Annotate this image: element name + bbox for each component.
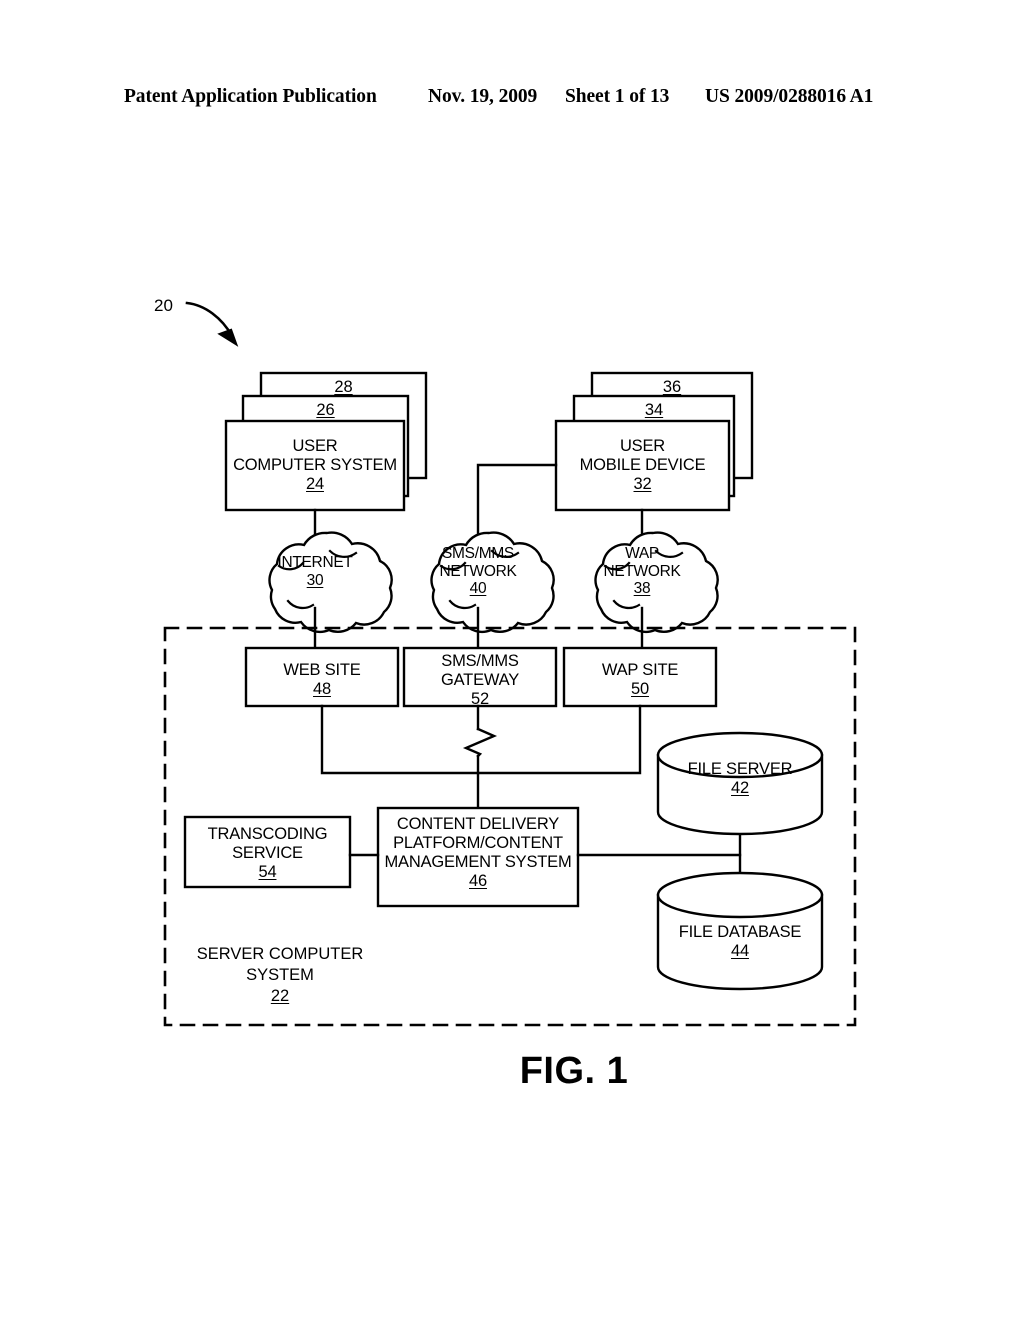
user-computer-stack-back-ref: 28	[334, 378, 353, 396]
cloud-internet-line1: INTERNET	[277, 554, 353, 571]
figure-caption: FIG. 1	[519, 1050, 629, 1092]
cloud-wap-line1: WAP	[625, 545, 659, 562]
cloud-sms-line2: NETWORK	[439, 562, 517, 580]
line-wapsite-to-cdp	[476, 704, 642, 775]
server-computer-system-label: SERVER COMPUTER SYSTEM 22	[190, 944, 370, 1007]
file-server-cylinder-shape	[656, 731, 824, 836]
cloud-internet-ref: 30	[306, 571, 324, 589]
system-reference-label: 20	[154, 296, 173, 315]
transcoding-service-box-shape	[183, 815, 352, 889]
user-mobile-stack-middle-ref: 34	[644, 401, 664, 419]
figure-1-diagram: 20 28 26 USER COMPUTER SYSTEM 24 36 34 U…	[0, 0, 1024, 1320]
cloud-internet-label: INTERNET 30	[254, 554, 376, 589]
cloud-sms-line1: SMS/MMS	[442, 545, 514, 562]
diagram-vector-layer	[163, 301, 857, 1027]
line-mobile-to-sms	[476, 463, 558, 540]
lightning-break-icon	[462, 727, 498, 758]
cloud-sms-label: SMS/MMS NETWORK 40	[417, 545, 539, 598]
cloud-wap-line2: NETWORK	[603, 562, 681, 580]
server-computer-system-ref: 22	[270, 987, 290, 1005]
cloud-wap-label: WAP NETWORK 38	[581, 545, 703, 598]
server-computer-system-line2: SYSTEM	[246, 966, 314, 984]
system-reference-arrow	[185, 301, 239, 347]
line-website-to-cdp	[320, 704, 480, 775]
server-computer-system-line1: SERVER COMPUTER	[196, 945, 364, 963]
cloud-wap-ref: 38	[633, 580, 651, 597]
user-computer-stack-middle-ref: 26	[316, 401, 335, 419]
user-mobile-stack-back-ref: 36	[662, 378, 682, 396]
file-database-cylinder-shape	[656, 871, 824, 991]
web-site-box-shape	[244, 646, 400, 708]
wap-site-box-shape	[562, 646, 718, 708]
content-platform-box-shape	[376, 806, 580, 908]
cloud-sms-ref: 40	[469, 580, 487, 597]
sms-gateway-box-shape	[402, 646, 558, 708]
